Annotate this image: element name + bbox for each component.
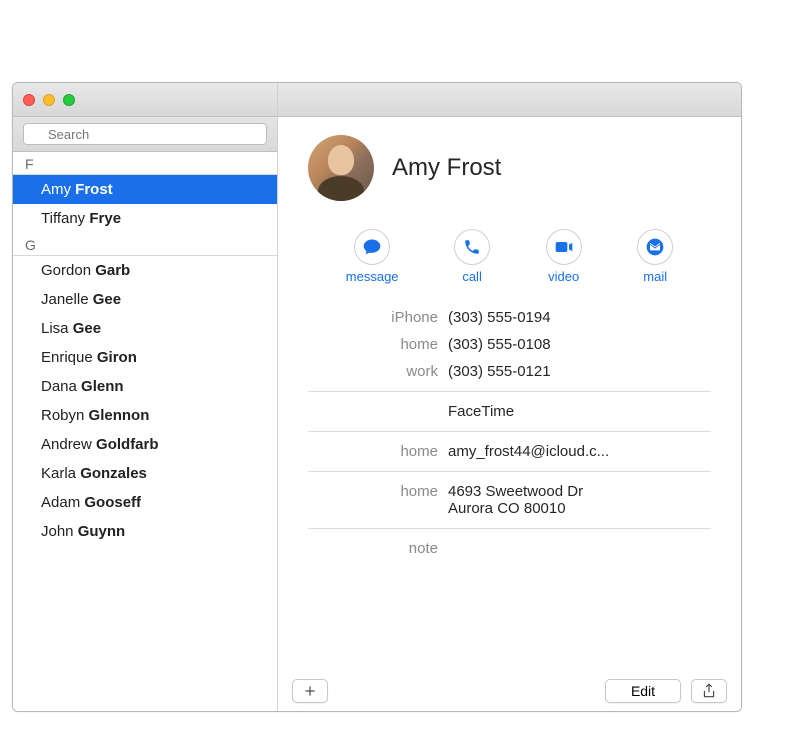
detail-footer: Edit [278, 671, 741, 711]
divider [308, 431, 711, 432]
contact-last-name: Glennon [89, 407, 150, 424]
contact-row[interactable]: Enrique Giron [13, 343, 277, 372]
phone-row: home (303) 555-0108 [308, 331, 711, 358]
search-wrap [13, 117, 277, 152]
contact-row[interactable]: Tiffany Frye [13, 204, 277, 233]
contact-first-name: Janelle [41, 291, 93, 308]
section-header: G [13, 233, 277, 256]
mail-icon [637, 229, 673, 265]
contact-row[interactable]: Janelle Gee [13, 285, 277, 314]
contact-first-name: Dana [41, 378, 81, 395]
contact-name: Amy Frost [392, 154, 501, 182]
mail-label: mail [643, 269, 667, 284]
divider [308, 528, 711, 529]
plus-icon [303, 684, 317, 698]
contact-last-name: Frost [75, 181, 113, 198]
field-label: note [308, 540, 438, 557]
video-button[interactable]: video [546, 229, 582, 284]
sidebar: FAmy FrostTiffany FryeGGordon GarbJanell… [13, 83, 278, 711]
contact-last-name: Giron [97, 349, 137, 366]
divider [308, 471, 711, 472]
contact-row[interactable]: Lisa Gee [13, 314, 277, 343]
phone-row: iPhone (303) 555-0194 [308, 304, 711, 331]
facetime-row: FaceTime [308, 398, 711, 425]
contact-first-name: Gordon [41, 262, 95, 279]
edit-button[interactable]: Edit [605, 679, 681, 703]
action-row: message call video [308, 229, 711, 284]
video-label: video [548, 269, 579, 284]
contact-last-name: Frye [89, 210, 121, 227]
contact-row[interactable]: Amy Frost [13, 175, 277, 204]
address-row: home 4693 Sweetwood DrAurora CO 80010 [308, 478, 711, 522]
contact-last-name: Gooseff [84, 494, 141, 511]
message-button[interactable]: message [346, 229, 399, 284]
detail-titlebar [278, 83, 741, 117]
share-button[interactable] [691, 679, 727, 703]
section-header: F [13, 152, 277, 175]
field-value[interactable]: amy_frost44@icloud.c... [448, 443, 711, 460]
contact-first-name: Robyn [41, 407, 89, 424]
email-row: home amy_frost44@icloud.c... [308, 438, 711, 465]
contact-row[interactable]: Adam Gooseff [13, 488, 277, 517]
contact-detail: Amy Frost message call [278, 83, 741, 711]
message-label: message [346, 269, 399, 284]
field-label [308, 403, 438, 420]
contact-row[interactable]: Robyn Glennon [13, 401, 277, 430]
contact-first-name: Adam [41, 494, 84, 511]
field-label: iPhone [308, 309, 438, 326]
contact-first-name: Lisa [41, 320, 73, 337]
contact-first-name: Enrique [41, 349, 97, 366]
divider [308, 391, 711, 392]
contact-row[interactable]: Dana Glenn [13, 372, 277, 401]
field-value[interactable]: 4693 Sweetwood DrAurora CO 80010 [448, 483, 711, 517]
contacts-window: FAmy FrostTiffany FryeGGordon GarbJanell… [12, 82, 742, 712]
field-value[interactable]: FaceTime [448, 403, 711, 420]
maximize-button[interactable] [63, 94, 75, 106]
share-icon [702, 683, 716, 699]
minimize-button[interactable] [43, 94, 55, 106]
contact-last-name: Gonzales [80, 465, 147, 482]
contact-last-name: Gee [73, 320, 101, 337]
note-row: note [308, 535, 711, 562]
contact-first-name: Andrew [41, 436, 96, 453]
detail-header: Amy Frost [308, 135, 711, 201]
contact-last-name: Guynn [78, 523, 126, 540]
video-icon [546, 229, 582, 265]
message-icon [354, 229, 390, 265]
field-label: work [308, 363, 438, 380]
close-button[interactable] [23, 94, 35, 106]
contact-first-name: Tiffany [41, 210, 89, 227]
window-titlebar [13, 83, 277, 117]
contact-row[interactable]: Gordon Garb [13, 256, 277, 285]
contact-row[interactable]: Karla Gonzales [13, 459, 277, 488]
field-value[interactable]: (303) 555-0121 [448, 363, 711, 380]
contact-last-name: Garb [95, 262, 130, 279]
field-label: home [308, 443, 438, 460]
contact-list[interactable]: FAmy FrostTiffany FryeGGordon GarbJanell… [13, 152, 277, 711]
contact-row[interactable]: John Guynn [13, 517, 277, 546]
field-value[interactable]: (303) 555-0194 [448, 309, 711, 326]
fields: iPhone (303) 555-0194 home (303) 555-0108 wo… [308, 304, 711, 562]
field-label: home [308, 336, 438, 353]
contact-last-name: Glenn [81, 378, 124, 395]
field-value[interactable]: (303) 555-0108 [448, 336, 711, 353]
contact-first-name: Amy [41, 181, 75, 198]
call-button[interactable]: call [454, 229, 490, 284]
field-label: home [308, 483, 438, 517]
contact-row[interactable]: Andrew Goldfarb [13, 430, 277, 459]
avatar[interactable] [308, 135, 374, 201]
add-button[interactable] [292, 679, 328, 703]
search-input[interactable] [23, 123, 267, 145]
mail-button[interactable]: mail [637, 229, 673, 284]
field-value[interactable] [448, 540, 711, 557]
contact-first-name: Karla [41, 465, 80, 482]
call-icon [454, 229, 490, 265]
phone-row: work (303) 555-0121 [308, 358, 711, 385]
call-label: call [462, 269, 482, 284]
contact-last-name: Gee [93, 291, 121, 308]
contact-first-name: John [41, 523, 78, 540]
contact-last-name: Goldfarb [96, 436, 159, 453]
